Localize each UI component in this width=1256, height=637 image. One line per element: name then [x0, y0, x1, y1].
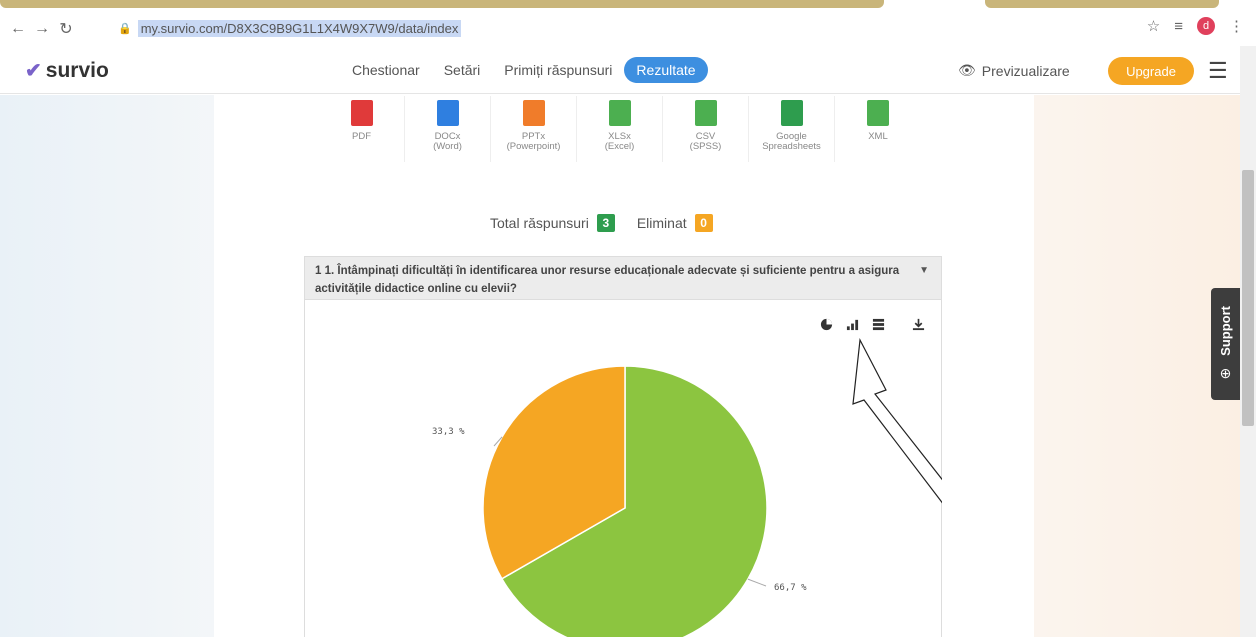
eye-icon: 👁 — [958, 62, 976, 78]
export-sublabel: (SPSS) — [689, 141, 722, 153]
slice-label-connector — [747, 578, 767, 587]
back-icon[interactable]: ← — [6, 20, 30, 38]
tab-rezultate[interactable]: Rezultate — [624, 57, 708, 83]
export-sublabel: (Powerpoint) — [506, 141, 561, 153]
tab-chestionar[interactable]: Chestionar — [340, 57, 432, 83]
upgrade-button[interactable]: Upgrade — [1108, 57, 1194, 85]
eliminated-label: Eliminat — [636, 215, 687, 231]
export-option[interactable]: DOCx (Word) — [405, 96, 491, 162]
preview-label: Previzualizare — [981, 62, 1070, 79]
export-label: XML — [868, 131, 888, 142]
caret-down-icon[interactable]: ▼ — [919, 263, 929, 279]
pdf-icon — [350, 100, 373, 126]
docx-icon — [436, 100, 459, 126]
xml-icon — [867, 100, 889, 126]
preview-button[interactable]: 👁 Previzualizare — [958, 62, 1070, 79]
export-option[interactable]: Google Spreadsheets — [749, 96, 835, 162]
survio-logo[interactable]: ✔ survio — [25, 58, 109, 83]
lock-icon: 🔒 — [118, 22, 132, 35]
browser-tab[interactable] — [985, 0, 1219, 8]
url-text[interactable]: my.survio.com/D8X3C9B9G1L1X4W9X7W9/data/… — [137, 19, 462, 37]
export-label: PDF — [352, 131, 371, 142]
lifebuoy-icon: ⊕ — [1219, 365, 1232, 382]
profile-avatar[interactable]: d — [1197, 17, 1215, 35]
eliminated-count-badge: 0 — [694, 214, 713, 232]
slice-percentage-label: 66,7 % — [774, 583, 807, 593]
hamburger-menu-icon[interactable]: ☰ — [1208, 58, 1228, 84]
export-sublabel: (Word) — [433, 141, 462, 153]
address-bar[interactable]: 🔒 my.survio.com/D8X3C9B9G1L1X4W9X7W9/dat… — [106, 15, 1106, 41]
annotation-arrow-icon — [852, 337, 942, 504]
xlsx-icon — [608, 100, 631, 126]
export-option[interactable]: XLSx (Excel) — [577, 96, 663, 162]
export-sublabel: Spreadsheets — [762, 141, 821, 153]
main-nav: Chestionar Setări Primiți răspunsuri Rez… — [340, 57, 708, 83]
question-title: 1 1. Întâmpinați dificultăți în identifi… — [315, 265, 900, 295]
survio-check-icon: ✔ — [25, 60, 42, 82]
pptx-icon — [522, 100, 545, 126]
slice-percentage-label: 33,3 % — [432, 427, 465, 437]
export-option[interactable]: XML — [835, 96, 921, 162]
tab-setari[interactable]: Setări — [432, 57, 493, 83]
reload-icon[interactable]: ↻ — [54, 19, 78, 39]
question-header[interactable]: 1 1. Întâmpinați dificultăți în identifi… — [304, 256, 942, 300]
pie-chart: 66,7 % 33,3 % — [432, 337, 942, 637]
media-icon[interactable]: ≡ — [1174, 18, 1183, 35]
star-icon[interactable]: ☆ — [1147, 17, 1160, 35]
export-sublabel: (Excel) — [604, 141, 635, 153]
browser-toolbar: ← → ↻ 🔒 my.survio.com/D8X3C9B9G1L1X4W9X7… — [0, 12, 1256, 46]
browser-tab[interactable] — [0, 0, 884, 8]
browser-tabstrip — [0, 0, 1256, 12]
export-option[interactable]: PPTx (Powerpoint) — [491, 96, 577, 162]
support-widget[interactable]: Support ⊕ — [1211, 288, 1240, 400]
export-option[interactable]: CSV (SPSS) — [663, 96, 749, 162]
export-option[interactable]: PDF — [319, 96, 405, 162]
totals-bar: Total răspunsuri 3 Eliminat 0 — [490, 214, 713, 232]
total-label: Total răspunsuri — [490, 215, 589, 231]
sheets-icon — [780, 100, 803, 126]
csv-icon — [694, 100, 717, 126]
tab-primiti-raspunsuri[interactable]: Primiți răspunsuri — [492, 57, 624, 83]
scrollbar-thumb[interactable] — [1242, 170, 1254, 426]
export-options: PDF DOCx (Word) PPTx (Powerpoint) XLSx (Excel)… — [319, 96, 921, 162]
total-count-badge: 3 — [596, 214, 615, 232]
support-label: Support — [1218, 305, 1233, 356]
forward-icon[interactable]: → — [30, 20, 54, 38]
app-header: ✔ survio Chestionar Setări Primiți răspu… — [0, 46, 1256, 94]
logo-text: survio — [45, 58, 109, 82]
menu-dots-icon[interactable]: ⋮ — [1229, 17, 1244, 35]
